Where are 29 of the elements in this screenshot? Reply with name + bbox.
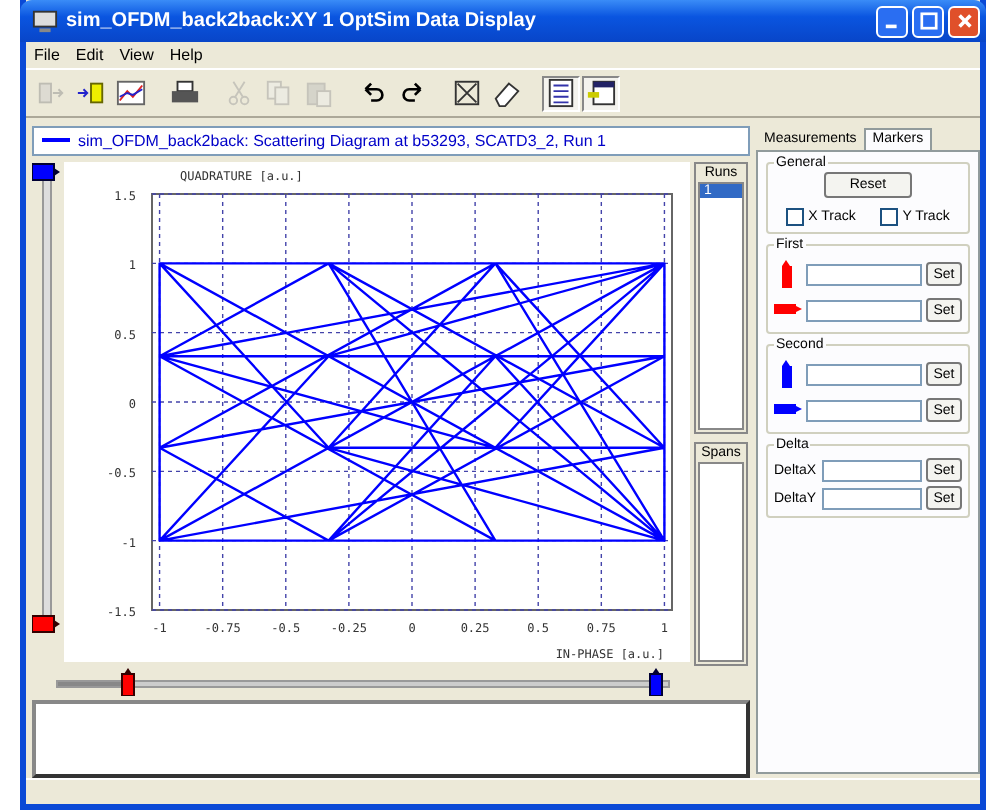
marker-handle[interactable]	[32, 613, 60, 634]
menu-item[interactable]: Help	[169, 46, 203, 64]
input-field[interactable]	[806, 399, 922, 421]
window-icon[interactable]	[582, 75, 620, 111]
close-icon	[955, 12, 973, 30]
window-title: sim_OFDM_back2back:XY 1 OptSim Data Display	[66, 10, 538, 32]
marker-handle[interactable]	[648, 667, 664, 696]
chart-icon[interactable]	[112, 75, 150, 111]
legend-icon[interactable]	[542, 75, 580, 111]
checkbox[interactable]	[786, 208, 805, 226]
marker-handle[interactable]	[32, 161, 60, 182]
input-field[interactable]	[822, 487, 922, 509]
maximize-button[interactable]	[912, 5, 944, 37]
output-text-area[interactable]	[32, 700, 750, 778]
input-field[interactable]	[822, 459, 922, 481]
monitor-icon	[32, 8, 58, 34]
close-button[interactable]	[948, 5, 980, 37]
checkbox[interactable]	[880, 208, 899, 226]
menu-item[interactable]: View	[119, 46, 154, 64]
input-field[interactable]	[806, 363, 922, 385]
input-field[interactable]	[806, 299, 922, 321]
minimize-button[interactable]	[876, 5, 908, 37]
menu-item[interactable]: File	[34, 46, 60, 64]
spans-list[interactable]	[698, 461, 744, 662]
input-field[interactable]	[806, 263, 922, 285]
maximize-icon	[919, 12, 937, 30]
marker-handle[interactable]	[120, 667, 136, 696]
plot-title: sim_OFDM_back2back: Scattering Diagram at b53293, SCATD3_2, Run 1	[78, 131, 606, 150]
menu-item[interactable]: Edit	[75, 46, 104, 64]
